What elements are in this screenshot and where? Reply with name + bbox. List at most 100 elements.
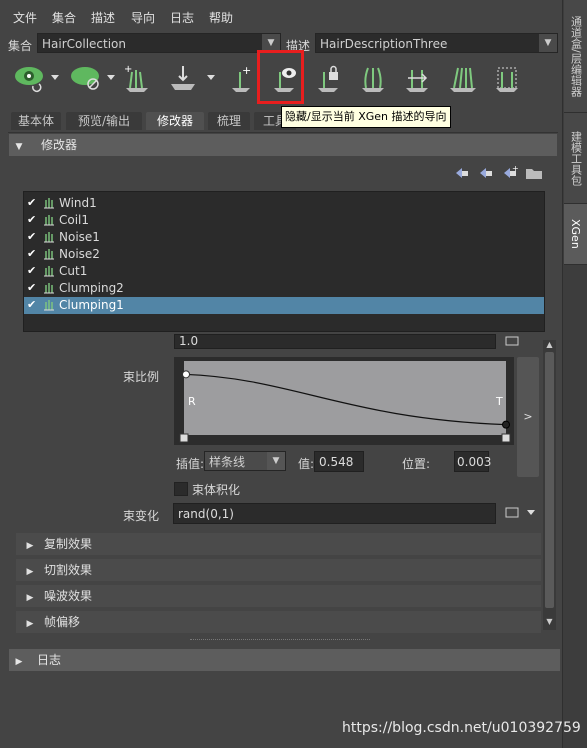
interp-dropdown[interactable]: 样条线 ▼ xyxy=(204,451,286,471)
copy-effect-section[interactable]: ▶ 复制效果 xyxy=(16,533,541,555)
tab-modifiers[interactable]: 修改器 xyxy=(146,112,204,130)
add-guides-button[interactable]: + xyxy=(120,58,154,98)
modifier-row[interactable]: ✔ Cut1 xyxy=(24,263,544,280)
guide-shape-icon xyxy=(496,67,518,92)
clump-var-field[interactable]: rand(0,1) xyxy=(173,503,496,524)
add-guides-icon: + xyxy=(124,64,148,92)
menu-log[interactable]: 日志 xyxy=(170,9,194,26)
noise-effect-title: 噪波效果 xyxy=(44,589,93,603)
ramp-end-key[interactable] xyxy=(502,420,510,429)
flip-guides-button[interactable] xyxy=(400,58,434,98)
watermark: https://blog.csdn.net/u010392759 xyxy=(342,720,581,736)
clump-scale-ramp[interactable]: R T xyxy=(174,357,514,445)
tab-channel-box[interactable]: 通道盒/层编辑器 xyxy=(564,0,587,113)
modifier-checkbox[interactable]: ✔ xyxy=(27,265,38,276)
expand-arrow-icon: ▶ xyxy=(26,567,34,577)
leaf-visibility-button[interactable] xyxy=(66,58,118,98)
position-field[interactable]: 0.003 xyxy=(454,451,491,472)
position-label: 位置: xyxy=(402,457,431,471)
log-section-header[interactable]: ▶ 日志 xyxy=(9,649,560,671)
menu-collection[interactable]: 集合 xyxy=(52,9,76,26)
collection-dropdown[interactable]: HairCollection ▼ xyxy=(37,33,281,53)
rebuild-guides-button[interactable] xyxy=(446,58,480,98)
tab-preview-output[interactable]: 预览/输出 xyxy=(66,112,142,130)
eye-visibility-button[interactable] xyxy=(10,58,62,98)
clump-var-label: 束变化 xyxy=(123,509,160,523)
add-modifier-icon[interactable]: + xyxy=(504,165,519,178)
menu-bar: 文件 集合 描述 导向 日志 帮助 xyxy=(0,0,562,32)
modifier-checkbox[interactable]: ✔ xyxy=(27,299,38,310)
ramp-graph xyxy=(179,361,511,443)
menu-file[interactable]: 文件 xyxy=(13,9,37,26)
modifier-checkbox[interactable]: ✔ xyxy=(27,231,38,242)
copy-effect-title: 复制效果 xyxy=(44,537,93,551)
ramp-end-marker[interactable] xyxy=(501,433,511,443)
noise-effect-section[interactable]: ▶ 噪波效果 xyxy=(16,585,541,607)
value-field[interactable]: 0.548 xyxy=(314,451,364,472)
ramp-start-marker[interactable] xyxy=(179,433,189,443)
tab-xgen[interactable]: XGen xyxy=(564,204,587,265)
modifier-row[interactable]: ✔ Clumping1 xyxy=(24,297,544,314)
modifier-row[interactable]: ✔ Noise1 xyxy=(24,229,544,246)
guide-shape-button[interactable] xyxy=(490,58,524,98)
tab-grooming[interactable]: 梳理 xyxy=(208,112,250,130)
ramp-start-key[interactable] xyxy=(182,370,190,379)
tab-modeling-toolkit[interactable]: 建模工具包 xyxy=(564,113,587,204)
scroll-up-icon[interactable]: ▲ xyxy=(545,340,554,350)
add-guide-button[interactable]: + xyxy=(224,58,258,98)
highlight-box xyxy=(257,50,304,104)
modifiers-section-title: 修改器 xyxy=(41,138,78,152)
scrollbar-thumb[interactable] xyxy=(545,352,554,608)
partial-value-field[interactable]: 1.0 xyxy=(174,334,496,349)
expand-arrow-icon: ▶ xyxy=(26,593,34,603)
move-up-icon[interactable] xyxy=(456,168,468,178)
modifier-checkbox[interactable]: ✔ xyxy=(27,214,38,225)
clump-volume-checkbox[interactable] xyxy=(174,482,188,496)
ramp-expand-button[interactable]: > xyxy=(517,357,539,477)
folder-icon[interactable] xyxy=(526,169,542,179)
cut-icon xyxy=(44,266,54,277)
description-value: HairDescriptionThree xyxy=(320,37,448,51)
svg-text:+: + xyxy=(512,165,519,173)
move-down-icon[interactable] xyxy=(480,168,492,178)
modifier-row[interactable]: ✔ Noise2 xyxy=(24,246,544,263)
modifier-name: Clumping1 xyxy=(59,298,124,312)
modifier-row[interactable]: ✔ Clumping2 xyxy=(24,280,544,297)
expression-menu[interactable] xyxy=(505,506,539,520)
modifier-name: Cut1 xyxy=(59,264,88,278)
menu-guides[interactable]: 导向 xyxy=(131,9,155,26)
modifier-checkbox[interactable]: ✔ xyxy=(27,197,38,208)
map-icon[interactable] xyxy=(505,336,519,346)
modifier-checkbox[interactable]: ✔ xyxy=(27,248,38,259)
move-guides-button[interactable] xyxy=(166,58,218,98)
frame-offset-title: 帧偏移 xyxy=(44,615,81,629)
ramp-left-label: R xyxy=(188,395,196,408)
clumping-icon xyxy=(44,300,54,311)
noise-icon xyxy=(44,232,54,243)
modifier-name: Wind1 xyxy=(59,196,97,210)
svg-text:+: + xyxy=(124,64,132,75)
ramp-area xyxy=(184,361,506,435)
wind-icon xyxy=(44,198,54,209)
collection-value: HairCollection xyxy=(42,37,126,51)
cut-effect-section[interactable]: ▶ 切割效果 xyxy=(16,559,541,581)
tab-basic[interactable]: 基本体 xyxy=(11,112,61,130)
expand-arrow-icon: ▶ xyxy=(26,541,34,551)
sculpt-guides-button[interactable] xyxy=(356,58,390,98)
menu-description[interactable]: 描述 xyxy=(91,9,115,26)
frame-offset-section[interactable]: ▶ 帧偏移 xyxy=(16,611,541,633)
description-dropdown[interactable]: HairDescriptionThree ▼ xyxy=(315,33,558,53)
modifier-row[interactable]: ✔ Wind1 xyxy=(24,195,544,212)
interp-label: 插值: xyxy=(176,457,205,471)
splitter-grip[interactable] xyxy=(190,639,370,642)
lock-guides-button[interactable] xyxy=(312,58,346,98)
sculpt-guides-icon xyxy=(362,67,384,92)
expand-arrow-icon: ▶ xyxy=(26,619,34,629)
side-tab-strip: 通道盒/层编辑器 建模工具包 XGen xyxy=(562,0,587,748)
modifier-checkbox[interactable]: ✔ xyxy=(27,282,38,293)
modifiers-section-header[interactable]: ▼ 修改器 xyxy=(9,134,557,156)
scroll-down-icon[interactable]: ▼ xyxy=(545,617,554,627)
menu-help[interactable]: 帮助 xyxy=(209,9,233,26)
modifier-row[interactable]: ✔ Coil1 xyxy=(24,212,544,229)
modifier-name: Noise2 xyxy=(59,247,100,261)
